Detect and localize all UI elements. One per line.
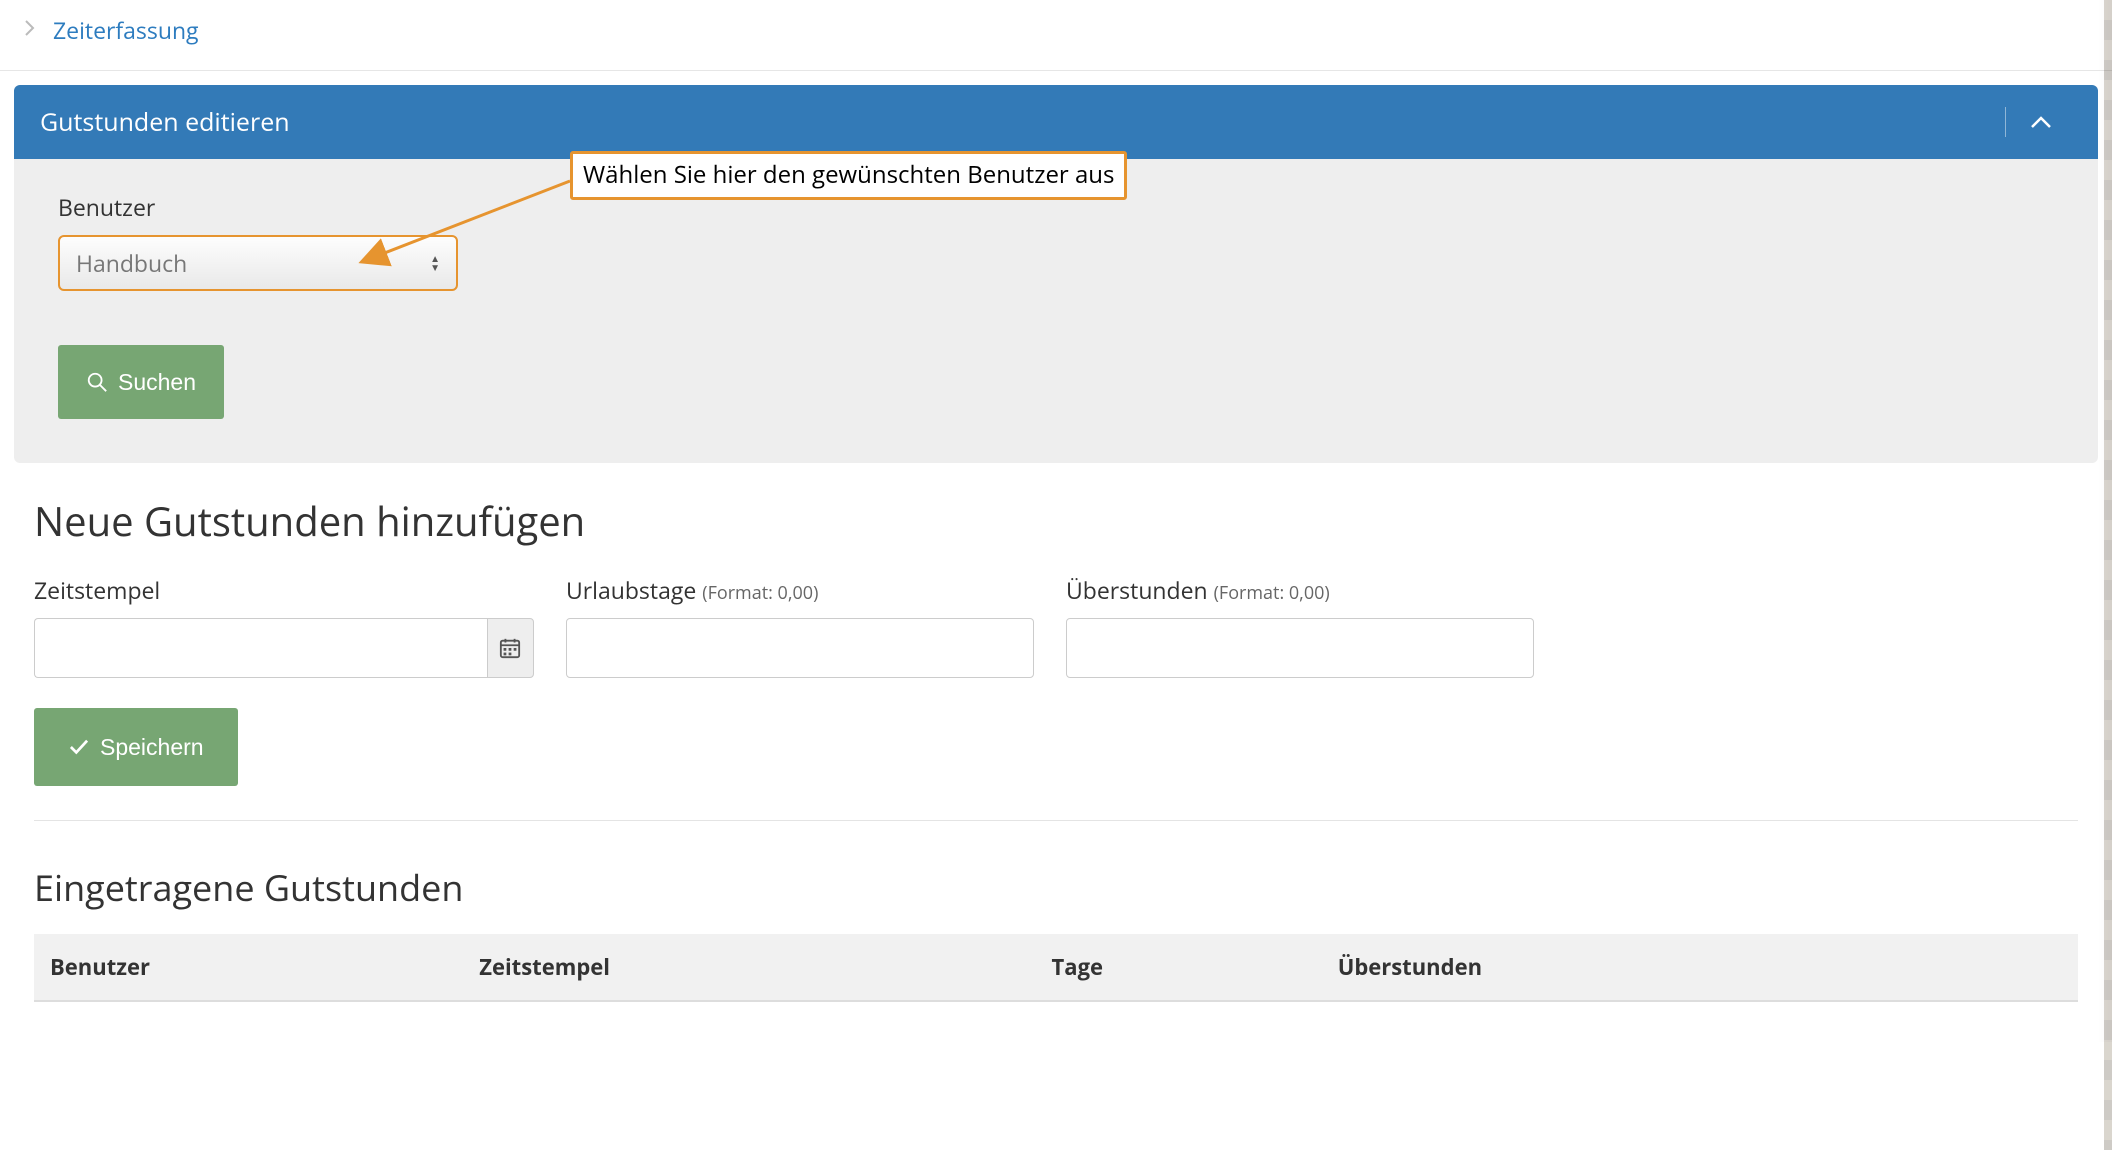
chevron-up-icon	[2030, 115, 2052, 129]
select-caret-icon: ▲▼	[430, 255, 440, 271]
user-select[interactable]: Handbuch ▲▼	[58, 235, 458, 291]
vacation-label: Urlaubstage (Format: 0,00)	[566, 574, 1034, 606]
breadcrumb-link[interactable]: Zeiterfassung	[53, 14, 199, 46]
timestamp-input[interactable]	[34, 618, 487, 678]
check-icon	[68, 738, 90, 756]
entries-section: Eingetragene Gutstunden Benutzer Zeitste…	[14, 821, 2098, 1002]
overtime-hint: (Format: 0,00)	[1214, 581, 1330, 605]
search-icon	[86, 371, 108, 393]
decorative-stripe	[2104, 0, 2112, 1150]
col-days[interactable]: Tage	[1036, 934, 1322, 1001]
datepicker-button[interactable]	[487, 618, 534, 678]
timestamp-label: Zeitstempel	[34, 574, 534, 606]
entries-table: Benutzer Zeitstempel Tage Überstunden	[34, 934, 2078, 1002]
save-button[interactable]: Speichern	[34, 708, 238, 786]
col-overtime[interactable]: Überstunden	[1322, 934, 2078, 1001]
chevron-right-icon	[24, 18, 35, 42]
add-gutstunden-section: Neue Gutstunden hinzufügen Zeitstempel	[14, 463, 2098, 821]
user-select-value: Handbuch	[76, 247, 430, 279]
panel-collapse-button[interactable]	[2005, 107, 2072, 137]
col-user[interactable]: Benutzer	[34, 934, 463, 1001]
vacation-hint: (Format: 0,00)	[702, 581, 818, 605]
overtime-input[interactable]	[1066, 618, 1534, 678]
edit-gutstunden-panel: Gutstunden editieren Wählen Sie hier den…	[14, 85, 2098, 463]
panel-header: Gutstunden editieren	[14, 85, 2098, 159]
panel-title: Gutstunden editieren	[40, 105, 290, 139]
save-button-label: Speichern	[100, 734, 204, 761]
search-button-label: Suchen	[118, 369, 196, 396]
col-timestamp[interactable]: Zeitstempel	[463, 934, 1035, 1001]
entries-heading: Eingetragene Gutstunden	[34, 863, 2078, 912]
calendar-icon	[499, 637, 521, 659]
annotation-callout: Wählen Sie hier den gewünschten Benutzer…	[570, 151, 1127, 200]
overtime-label: Überstunden (Format: 0,00)	[1066, 574, 1534, 606]
breadcrumb: Zeiterfassung	[0, 0, 2112, 71]
add-heading: Neue Gutstunden hinzufügen	[34, 493, 2078, 548]
vacation-input[interactable]	[566, 618, 1034, 678]
search-button[interactable]: Suchen	[58, 345, 224, 419]
